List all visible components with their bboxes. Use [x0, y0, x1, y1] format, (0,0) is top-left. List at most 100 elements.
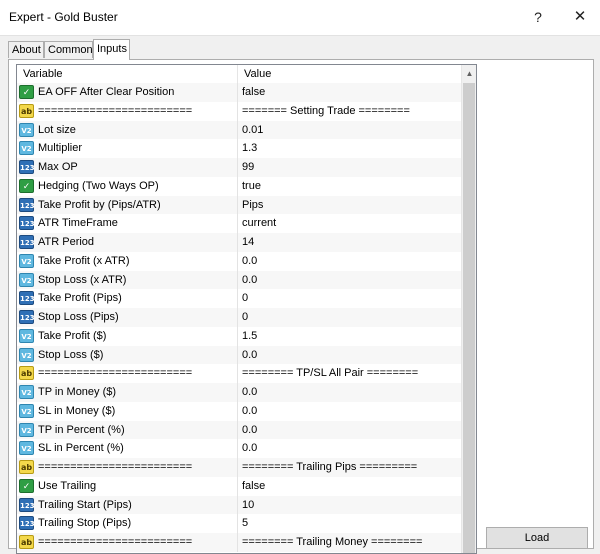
- grid-rows: ✓ EA OFF After Clear Position false ab =====…: [17, 83, 461, 552]
- table-row[interactable]: ab ======================== ======== Trail…: [17, 458, 461, 477]
- variable-name: TP in Percent (%): [38, 423, 125, 436]
- table-row[interactable]: 123 Trailing Stop (Pips) 5: [17, 514, 461, 533]
- table-row[interactable]: V2 TP in Percent (%) 0.0: [17, 420, 461, 440]
- variable-cell: V2 SL in Percent (%): [17, 439, 238, 458]
- int-123-icon: 123: [19, 197, 35, 212]
- variable-cell: 123 Take Profit by (Pips/ATR): [17, 195, 238, 215]
- variable-name: Take Profit ($): [38, 329, 107, 342]
- table-row[interactable]: V2 TP in Money ($) 0.0: [17, 383, 461, 402]
- title-bar: Expert - Gold Buster ? ✕: [0, 0, 600, 36]
- close-button[interactable]: ✕: [569, 7, 591, 27]
- vertical-scrollbar[interactable]: ▲: [461, 65, 476, 553]
- column-header-value[interactable]: Value: [238, 65, 461, 83]
- tab-about[interactable]: About: [8, 41, 44, 58]
- tab-common[interactable]: Common: [44, 41, 93, 58]
- value-cell[interactable]: 10: [242, 496, 461, 515]
- value-cell[interactable]: 0.0: [242, 383, 461, 402]
- value-cell[interactable]: ======== TP/SL All Pair ========: [242, 364, 461, 383]
- scroll-up-arrow-icon[interactable]: ▲: [462, 65, 476, 82]
- scroll-thumb[interactable]: [463, 83, 475, 553]
- variable-cell: V2 Lot size: [17, 120, 238, 140]
- table-row[interactable]: V2 Take Profit (x ATR) 0.0: [17, 251, 461, 271]
- variable-cell: ab ========================: [17, 101, 238, 121]
- table-row[interactable]: V2 Take Profit ($) 1.5: [17, 326, 461, 346]
- table-row[interactable]: V2 Stop Loss (x ATR) 0.0: [17, 270, 461, 290]
- int-123-icon: 123: [19, 160, 35, 174]
- double-v2-icon: V2: [19, 347, 34, 362]
- value-cell[interactable]: ======== Trailing Pips =========: [242, 458, 461, 477]
- table-row[interactable]: V2 SL in Percent (%) 0.0: [17, 439, 461, 458]
- value-cell[interactable]: false: [242, 83, 461, 102]
- value-cell[interactable]: 0: [242, 289, 461, 308]
- ab-icon: ab: [19, 460, 34, 474]
- variable-name: Take Profit (Pips): [38, 292, 122, 305]
- table-row[interactable]: 123 Stop Loss (Pips) 0: [17, 308, 461, 327]
- value-cell[interactable]: 0.0: [242, 252, 461, 271]
- table-row[interactable]: 123 Take Profit by (Pips/ATR) Pips: [17, 195, 461, 215]
- variable-cell: ✓ Hedging (Two Ways OP): [17, 176, 238, 196]
- value-cell[interactable]: 14: [242, 233, 461, 252]
- value-cell[interactable]: 0.0: [242, 421, 461, 440]
- int-123-icon: 123: [19, 497, 35, 512]
- variable-name: ========================: [38, 104, 193, 117]
- check-icon: ✓: [19, 178, 34, 193]
- variable-cell: 123 Max OP: [17, 158, 238, 177]
- variable-name: ========================: [38, 461, 193, 473]
- grid-header: Variable Value: [17, 65, 461, 83]
- variable-name: ATR Period: [38, 236, 95, 248]
- variable-cell: 123 Trailing Stop (Pips): [17, 514, 238, 533]
- value-cell[interactable]: true: [242, 177, 461, 196]
- value-cell[interactable]: 1.5: [242, 327, 461, 346]
- value-cell[interactable]: 5: [242, 514, 461, 533]
- value-cell[interactable]: 0.0: [242, 402, 461, 421]
- table-row[interactable]: ab ======================== ======== Trail…: [17, 533, 461, 552]
- table-row[interactable]: ✓ EA OFF After Clear Position false: [17, 83, 461, 102]
- table-row[interactable]: 123 Max OP 99: [17, 158, 461, 177]
- value-cell[interactable]: 1.3: [242, 139, 461, 158]
- int-123-icon: 123: [19, 516, 35, 531]
- table-row[interactable]: 123 ATR TimeFrame current: [17, 214, 461, 233]
- variable-name: EA OFF After Clear Position: [38, 86, 175, 98]
- int-123-icon: 123: [19, 291, 35, 306]
- table-row[interactable]: 123 Take Profit (Pips) 0: [17, 289, 461, 308]
- table-row[interactable]: V2 Stop Loss ($) 0.0: [17, 345, 461, 365]
- variable-name: SL in Percent (%): [38, 442, 124, 455]
- variable-cell: V2 SL in Money ($): [17, 401, 238, 421]
- table-row[interactable]: V2 SL in Money ($) 0.0: [17, 401, 461, 421]
- variable-cell: V2 TP in Money ($): [17, 383, 238, 402]
- double-v2-icon: V2: [19, 441, 34, 456]
- value-cell[interactable]: 0.01: [242, 121, 461, 140]
- table-row[interactable]: ✓ Hedging (Two Ways OP) true: [17, 176, 461, 196]
- variable-cell: ab ========================: [17, 458, 238, 477]
- value-cell[interactable]: ======= Setting Trade ========: [242, 102, 461, 121]
- value-cell[interactable]: 99: [242, 158, 461, 177]
- tab-inputs[interactable]: Inputs: [93, 39, 130, 60]
- variable-name: ========================: [38, 367, 193, 380]
- load-button[interactable]: Load: [486, 527, 588, 549]
- column-header-variable[interactable]: Variable: [17, 65, 238, 83]
- variable-cell: 123 Take Profit (Pips): [17, 289, 238, 308]
- table-row[interactable]: V2 Multiplier 1.3: [17, 139, 461, 158]
- value-cell[interactable]: 0.0: [242, 439, 461, 458]
- variable-name: Stop Loss (x ATR): [38, 273, 127, 286]
- variable-cell: ab ========================: [17, 364, 238, 383]
- help-button[interactable]: ?: [527, 7, 549, 27]
- value-cell[interactable]: ======== Trailing Money ========: [242, 533, 461, 552]
- value-cell[interactable]: 0.0: [242, 346, 461, 365]
- variable-cell: 123 Stop Loss (Pips): [17, 308, 238, 327]
- value-cell[interactable]: 0.0: [242, 271, 461, 290]
- value-cell[interactable]: 0: [242, 308, 461, 327]
- table-row[interactable]: 123 Trailing Start (Pips) 10: [17, 495, 461, 515]
- value-cell[interactable]: false: [242, 477, 461, 496]
- value-cell[interactable]: Pips: [242, 196, 461, 215]
- variable-cell: V2 Take Profit ($): [17, 326, 238, 346]
- variable-name: Lot size: [38, 123, 76, 136]
- table-row[interactable]: ab ======================== ======== TP/SL…: [17, 364, 461, 383]
- table-row[interactable]: ab ======================== ======= Settin…: [17, 101, 461, 121]
- check-icon: ✓: [19, 478, 34, 493]
- table-row[interactable]: V2 Lot size 0.01: [17, 120, 461, 140]
- table-row[interactable]: ✓ Use Trailing false: [17, 476, 461, 496]
- table-row[interactable]: 123 ATR Period 14: [17, 233, 461, 252]
- ab-icon: ab: [19, 366, 34, 381]
- value-cell[interactable]: current: [242, 214, 461, 233]
